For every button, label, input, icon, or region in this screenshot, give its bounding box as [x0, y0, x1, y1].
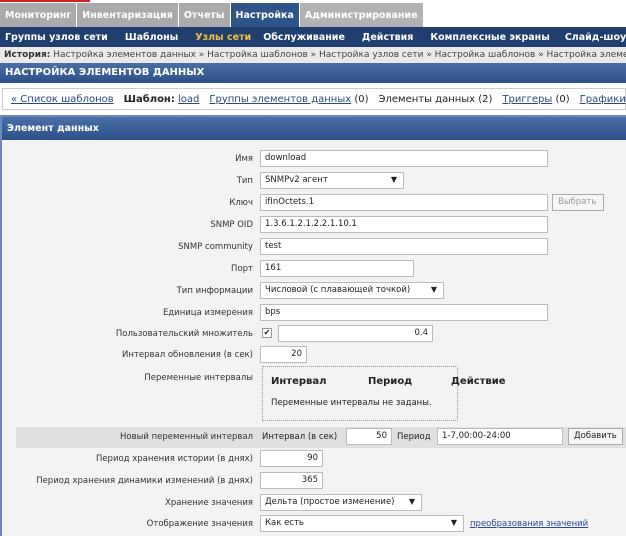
history-input[interactable]: 90 [260, 450, 323, 467]
template-label: Шаблон: [123, 93, 175, 105]
top-accent-line [0, 0, 90, 2]
port-input[interactable]: 161 [260, 260, 414, 277]
community-label: SNMP community [178, 242, 253, 252]
multiplier-label: Пользовательский множитель [115, 329, 253, 339]
page-title: НАСТРОЙКА ЭЛЕМЕНТОВ ДАННЫХ [0, 63, 626, 83]
breadcrumb-items[interactable]: Настройка элементов данных » Настройка ш… [53, 50, 626, 60]
groups-count: (0) [354, 93, 369, 105]
template-link[interactable]: load [178, 94, 199, 105]
new-interval-label: Интервал (в сек) [262, 432, 338, 442]
new-flex-label: Новый переменный интервал [120, 432, 253, 442]
triggers-count: (0) [555, 93, 570, 105]
multiplier-input[interactable]: 0.4 [278, 325, 433, 342]
store-value-select[interactable]: Дельта (простое изменение) [260, 494, 422, 511]
info-type-label: Тип информации [176, 286, 253, 296]
tab-item-groups[interactable]: Группы элементов данных [209, 94, 351, 105]
subnav-maintenance[interactable]: Обслуживание [258, 32, 352, 43]
menu-inventory[interactable]: Инвентаризация [77, 3, 178, 27]
show-value-select[interactable]: Как есть [260, 515, 464, 532]
type-select[interactable]: SNMPv2 агент [260, 172, 404, 189]
multiplier-checkbox[interactable]: ✔ [262, 328, 272, 338]
history-label: Период хранения истории (в днях) [95, 454, 253, 464]
new-interval-input[interactable]: 50 [346, 428, 392, 445]
subnav-actions[interactable]: Действия [352, 32, 420, 43]
breadcrumb: История: Настройка элементов данных » На… [0, 47, 626, 63]
tab-items: Элементы данных (2) [378, 93, 493, 105]
menu-administration[interactable]: Администрирование [299, 3, 423, 27]
value-mapping-link[interactable]: преобразования значений [470, 519, 588, 529]
update-interval-input[interactable]: 20 [260, 346, 307, 363]
units-input[interactable]: bps [260, 304, 548, 321]
col-period: Период [368, 376, 413, 387]
menu-monitoring[interactable]: Мониторинг [0, 3, 77, 27]
show-value-label: Отображение значения [146, 519, 253, 529]
units-label: Единица измерения [162, 308, 253, 318]
type-value: SNMPv2 агент [265, 175, 328, 185]
oid-input[interactable]: 1.3.6.1.2.1.2.2.1.10.1 [260, 216, 548, 233]
subnav-screens[interactable]: Комплексные экраны [420, 32, 556, 43]
subnav-templates[interactable]: Шаблоны [115, 32, 185, 43]
oid-label: SNMP OID [210, 220, 253, 230]
subnav-host-groups[interactable]: Группы узлов сети [0, 32, 115, 43]
trends-label: Период хранения динамики изменений (в дн… [36, 476, 253, 486]
top-menu: Мониторинг Инвентаризация Отчеты Настрой… [0, 3, 424, 27]
store-value: Дельта (простое изменение) [265, 497, 395, 507]
sub-nav: Группы узлов сети Шаблоны Узлы сети Обсл… [0, 27, 626, 47]
select-key-button[interactable]: Выбрать [552, 194, 604, 211]
name-input[interactable]: download [260, 150, 548, 167]
template-list-link[interactable]: « Список шаблонов [11, 94, 114, 105]
col-interval: Интервал [271, 376, 327, 387]
col-action: Действие [451, 376, 506, 387]
subnav-slides[interactable]: Слайд-шоу [557, 32, 626, 43]
flex-intervals-label: Переменные интервалы [144, 373, 253, 383]
key-label: Ключ [229, 198, 253, 208]
add-button[interactable]: Добавить [568, 428, 623, 445]
breadcrumb-label: История: [4, 50, 51, 60]
template-tabs: « Список шаблонов Шаблон: load Группы эл… [2, 88, 626, 110]
show-value: Как есть [265, 518, 304, 528]
info-type-value: Числовой (с плавающей точкой) [265, 285, 411, 295]
port-label: Порт [231, 264, 253, 274]
flex-empty-text: Переменные интервалы не заданы. [271, 398, 432, 408]
form-title: Элемент данных [2, 117, 626, 140]
menu-configuration[interactable]: Настройка [230, 3, 299, 27]
key-input[interactable]: ifInOctets.1 [260, 194, 548, 211]
tab-triggers[interactable]: Триггеры [502, 94, 552, 105]
store-value-label: Хранение значения [165, 498, 253, 508]
name-label: Имя [235, 154, 253, 164]
new-period-input[interactable]: 1-7,00:00-24:00 [437, 428, 563, 445]
flex-intervals-table: Интервал Период Действие Переменные инте… [262, 366, 506, 421]
new-period-label: Период [397, 432, 431, 442]
tab-graphs[interactable]: Графики [580, 94, 626, 105]
menu-reports[interactable]: Отчеты [178, 3, 230, 27]
type-label: Тип [236, 176, 253, 186]
info-type-select[interactable]: Числовой (с плавающей точкой) [260, 282, 444, 299]
trends-input[interactable]: 365 [260, 472, 323, 489]
subnav-hosts[interactable]: Узлы сети [185, 32, 258, 43]
update-interval-label: Интервал обновления (в сек) [122, 350, 253, 360]
community-input[interactable]: test [260, 238, 548, 255]
